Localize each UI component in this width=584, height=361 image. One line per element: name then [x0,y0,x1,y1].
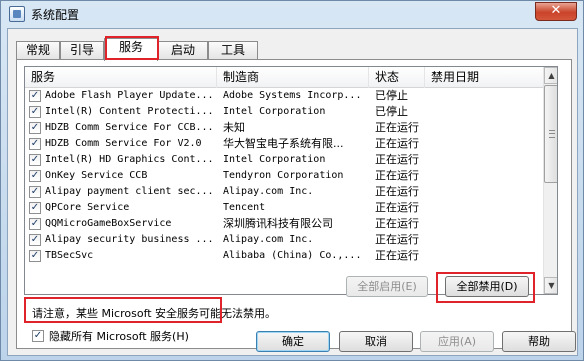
service-manufacturer: Adobe Systems Incorp... [223,90,362,101]
tab-tools[interactable]: 工具 [208,41,258,60]
service-row[interactable]: ✓ Intel(R) Content Protecti... Intel Corpo… [25,104,543,120]
column-header-service[interactable]: 服务 [25,67,217,88]
tab-general[interactable]: 常规 [16,41,60,60]
service-disabled-date [431,168,541,184]
window-title: 系统配置 [31,8,80,22]
scroll-thumb[interactable] [544,85,557,183]
cancel-button[interactable]: 取消 [339,331,413,352]
service-checkbox[interactable]: ✓ [29,186,41,198]
service-manufacturer: Alibaba (China) Co.,... [223,250,362,261]
service-row[interactable]: ✓ Intel(R) HD Graphics Cont... Intel Corpo… [25,152,543,168]
hide-microsoft-label: 隐藏所有 Microsoft 服务(H) [49,330,189,343]
services-list[interactable]: 服务 制造商 状态 禁用日期 ✓ Adobe Flash Player Updat… [24,66,558,295]
service-status: 已停止 [375,105,408,118]
service-disabled-date [431,248,541,264]
service-checkbox[interactable]: ✓ [29,90,41,102]
service-disabled-date [431,152,541,168]
service-row[interactable]: ✓ OnKey Service CCB Tendyron Corporation 正在… [25,168,543,184]
grip-icon [549,130,555,138]
service-status: 正在运行 [375,121,419,134]
hide-microsoft-highlight [24,297,222,323]
service-name: TBSecSvc [45,250,94,261]
service-manufacturer: Alipay.com Inc. [223,186,314,197]
column-header-disabled-date[interactable]: 禁用日期 [425,67,543,88]
service-row[interactable]: ✓ HDZB Comm Service For V2.0 华大智宝电子系统有限...… [25,136,543,152]
scroll-down-icon[interactable]: ▼ [544,277,557,294]
service-manufacturer: Tendyron Corporation [223,170,344,181]
scroll-up-icon[interactable]: ▲ [544,67,557,84]
service-status: 正在运行 [375,233,419,246]
service-status: 正在运行 [375,201,419,214]
service-disabled-date [431,120,541,136]
service-status: 正在运行 [375,249,419,262]
service-disabled-date [431,200,541,216]
service-status: 正在运行 [375,217,419,230]
service-disabled-date [431,136,541,152]
list-header: 服务 制造商 状态 禁用日期 [25,67,543,88]
service-name: Alipay payment client sec... [45,186,214,197]
service-name: Adobe Flash Player Update... [45,90,214,101]
service-row[interactable]: ✓ HDZB Comm Service For CCB... 未知 正在运行 [25,120,543,136]
service-checkbox[interactable]: ✓ [29,250,41,262]
service-name: OnKey Service CCB [45,170,148,181]
service-manufacturer: 深圳腾讯科技有限公司 [223,217,333,230]
tab-boot[interactable]: 引导 [60,41,104,60]
service-checkbox[interactable]: ✓ [29,234,41,246]
enable-all-button[interactable]: 全部启用(E) [346,276,428,297]
service-disabled-date [431,232,541,248]
service-row[interactable]: ✓ QPCore Service Tencent 正在运行 [25,200,543,216]
service-name: QQMicroGameBoxService [45,218,172,229]
service-manufacturer: Alipay.com Inc. [223,234,314,245]
disable-all-highlight [436,272,535,303]
service-disabled-date [431,88,541,104]
close-button[interactable]: ✕ [535,2,577,21]
service-status: 已停止 [375,89,408,102]
service-checkbox[interactable]: ✓ [29,138,41,150]
tab-services-highlight [105,36,159,60]
service-checkbox[interactable]: ✓ [29,106,41,118]
list-body: ✓ Adobe Flash Player Update... Adobe Syste… [25,88,543,294]
service-row[interactable]: ✓ QQMicroGameBoxService 深圳腾讯科技有限公司 正在运行 [25,216,543,232]
service-status: 正在运行 [375,153,419,166]
service-checkbox[interactable]: ✓ [29,170,41,182]
tab-startup[interactable]: 启动 [158,41,208,60]
help-button[interactable]: 帮助 [502,331,576,352]
column-header-status[interactable]: 状态 [369,67,425,88]
system-config-window: 系统配置 ✕ 常规 引导 服务 启动 工具 服务 制造商 状态 禁用日期 ✓ Ad… [0,0,584,361]
service-name: Alipay security business ... [45,234,214,245]
service-row[interactable]: ✓ Alipay security business ... Alipay.com … [25,232,543,248]
service-manufacturer: Intel Corporation [223,154,326,165]
service-disabled-date [431,216,541,232]
dialog-body: 常规 引导 服务 启动 工具 服务 制造商 状态 禁用日期 ✓ Adobe Fla… [7,28,578,356]
service-manufacturer: Intel Corporation [223,106,326,117]
column-header-manufacturer[interactable]: 制造商 [217,67,369,88]
hide-microsoft-checkbox[interactable]: ✓ [32,330,44,342]
service-checkbox[interactable]: ✓ [29,154,41,166]
service-name: HDZB Comm Service For CCB... [45,122,214,133]
service-manufacturer: 未知 [223,121,245,134]
service-checkbox[interactable]: ✓ [29,202,41,214]
service-name: Intel(R) Content Protecti... [45,106,214,117]
title-bar[interactable]: 系统配置 ✕ [1,1,583,27]
apply-button[interactable]: 应用(A) [420,331,494,352]
service-disabled-date [431,184,541,200]
service-manufacturer: 华大智宝电子系统有限... [223,137,344,150]
service-status: 正在运行 [375,185,419,198]
service-name: QPCore Service [45,202,130,213]
msconfig-icon [9,6,25,22]
service-row[interactable]: ✓ Adobe Flash Player Update... Adobe Syste… [25,88,543,104]
ok-button[interactable]: 确定 [256,331,330,352]
service-checkbox[interactable]: ✓ [29,122,41,134]
service-status: 正在运行 [375,137,419,150]
service-disabled-date [431,104,541,120]
service-name: Intel(R) HD Graphics Cont... [45,154,214,165]
service-row[interactable]: ✓ TBSecSvc Alibaba (China) Co.,... 正在运行 [25,248,543,264]
service-row[interactable]: ✓ Alipay payment client sec... Alipay.com … [25,184,543,200]
service-name: HDZB Comm Service For V2.0 [45,138,202,149]
service-manufacturer: Tencent [223,202,266,213]
service-status: 正在运行 [375,169,419,182]
service-checkbox[interactable]: ✓ [29,218,41,230]
vertical-scrollbar[interactable]: ▲ ▼ [543,67,557,294]
